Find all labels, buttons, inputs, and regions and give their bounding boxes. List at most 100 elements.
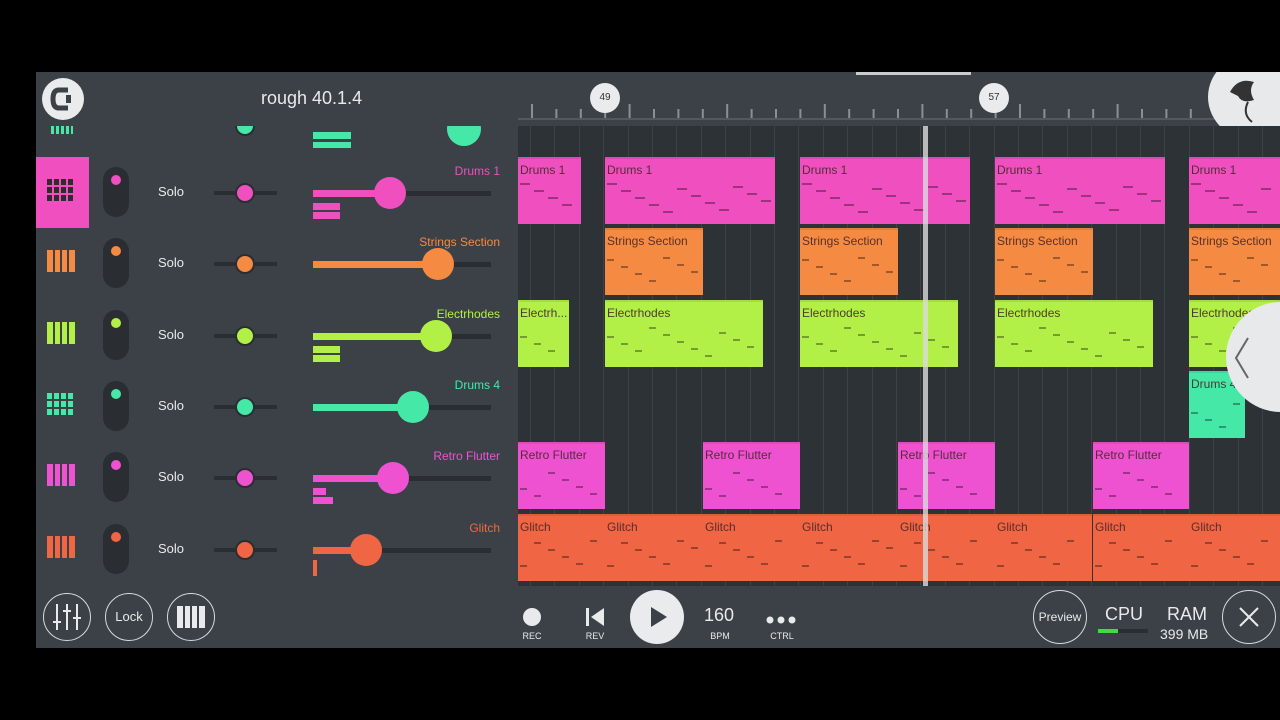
pattern-clip[interactable]: Retro Flutter — [518, 442, 605, 509]
pan-knob[interactable] — [235, 397, 255, 417]
channel-name: Glitch — [469, 521, 500, 535]
channel-row-partial — [36, 126, 518, 157]
pattern-clip[interactable]: Drums 1 — [605, 157, 775, 224]
pattern-clip[interactable]: Electrhodes — [995, 300, 1153, 367]
mixer-button[interactable] — [43, 593, 91, 641]
note-dash — [705, 488, 712, 490]
pattern-clip[interactable]: Strings Section — [1189, 228, 1280, 295]
clip-notes — [607, 183, 773, 216]
volume-fill — [313, 261, 438, 268]
note-dash — [719, 332, 726, 334]
clip-notes — [900, 468, 993, 501]
mini-meter — [313, 497, 333, 504]
solo-button[interactable]: Solo — [158, 541, 184, 556]
playhead[interactable] — [923, 126, 928, 586]
volume-knob[interactable] — [447, 126, 481, 146]
tempo-value[interactable]: 160 — [704, 605, 734, 626]
note-dash — [719, 542, 726, 544]
note-dash — [844, 204, 854, 206]
pattern-clip[interactable]: Glitch — [703, 514, 800, 581]
note-dash — [520, 336, 527, 338]
pattern-clip[interactable]: Strings Section — [800, 228, 898, 295]
channel-icon-button[interactable] — [36, 442, 89, 513]
mute-switch[interactable] — [103, 167, 129, 217]
mute-switch[interactable] — [103, 452, 129, 502]
note-dash — [1247, 257, 1254, 259]
pan-knob[interactable] — [235, 254, 255, 274]
note-dash — [534, 495, 541, 497]
playlist-area[interactable]: Drums 1 Drums 1 Drums 1 Drums 1 Drums 1 Strin… — [518, 126, 1280, 586]
note-dash — [900, 355, 907, 357]
pan-knob[interactable] — [235, 468, 255, 488]
solo-button[interactable]: Solo — [158, 398, 184, 413]
pan-knob[interactable] — [235, 183, 255, 203]
mute-switch[interactable] — [103, 238, 129, 288]
volume-knob[interactable] — [377, 462, 409, 494]
pattern-clip[interactable]: Drums 1 — [800, 157, 970, 224]
pattern-clip[interactable]: Electrhodes — [605, 300, 763, 367]
clip-notes — [997, 254, 1091, 287]
pattern-clip[interactable]: Strings Section — [605, 228, 703, 295]
volume-knob[interactable] — [422, 248, 454, 280]
bar-marker-49[interactable]: 49 — [590, 83, 620, 113]
channel-icon-button[interactable] — [36, 514, 89, 585]
pattern-clip[interactable]: Glitch — [1093, 514, 1189, 581]
volume-knob[interactable] — [350, 534, 382, 566]
more-options-button[interactable] — [765, 612, 799, 630]
pattern-clip[interactable]: Glitch — [518, 514, 605, 581]
pattern-clip[interactable]: Drums 1 — [995, 157, 1165, 224]
solo-button[interactable]: Solo — [158, 469, 184, 484]
piano-roll-button[interactable] — [167, 593, 215, 641]
pattern-clip[interactable]: Drums 1 — [1189, 157, 1280, 224]
pan-knob[interactable] — [235, 126, 255, 136]
pattern-clip[interactable]: Electrhodes — [800, 300, 958, 367]
pattern-clip[interactable]: Glitch — [800, 514, 898, 581]
channel-icon-button[interactable] — [36, 300, 89, 371]
pattern-clip[interactable]: Glitch — [605, 514, 703, 581]
side-panel-handle[interactable] — [1226, 302, 1280, 412]
preview-button[interactable]: Preview — [1033, 590, 1087, 644]
note-dash — [747, 346, 754, 348]
note-dash — [844, 327, 851, 329]
volume-knob[interactable] — [397, 391, 429, 423]
timeline-ruler[interactable]: 49 57 — [518, 72, 1280, 126]
volume-knob[interactable] — [374, 177, 406, 209]
pattern-clip[interactable]: Retro Flutter — [898, 442, 995, 509]
mute-switch[interactable] — [103, 310, 129, 360]
pattern-clip[interactable]: Retro Flutter — [703, 442, 800, 509]
lock-button[interactable]: Lock — [105, 593, 153, 641]
bar-marker-57[interactable]: 57 — [979, 83, 1009, 113]
note-dash — [761, 563, 768, 565]
rewind-button[interactable] — [584, 606, 606, 633]
close-button[interactable] — [1222, 590, 1276, 644]
solo-button[interactable]: Solo — [158, 255, 184, 270]
pattern-clip[interactable]: Drums 1 — [518, 157, 581, 224]
solo-button[interactable]: Solo — [158, 184, 184, 199]
note-dash — [548, 197, 558, 199]
pattern-clip[interactable]: Retro Flutter — [1093, 442, 1189, 509]
pan-knob[interactable] — [235, 326, 255, 346]
channel-icon-button[interactable] — [36, 157, 89, 228]
note-dash — [520, 565, 527, 567]
channel-name: Drums 4 — [454, 378, 500, 392]
channel-icon-button[interactable] — [36, 228, 89, 299]
pattern-clip[interactable]: Electrh... — [518, 300, 569, 367]
note-dash — [705, 565, 712, 567]
magnet-snap-button[interactable] — [42, 78, 84, 120]
note-dash — [886, 195, 896, 197]
pattern-clip[interactable]: Strings Section — [995, 228, 1093, 295]
pan-knob[interactable] — [235, 540, 255, 560]
mini-meter — [313, 132, 351, 139]
play-button[interactable] — [630, 590, 684, 644]
note-dash — [1053, 257, 1060, 259]
pattern-clip[interactable]: Glitch — [1189, 514, 1280, 581]
channel-icon-button[interactable] — [36, 371, 89, 442]
volume-knob[interactable] — [420, 320, 452, 352]
pattern-clip[interactable]: Glitch — [995, 514, 1092, 581]
solo-button[interactable]: Solo — [158, 327, 184, 342]
mute-switch[interactable] — [103, 524, 129, 574]
pattern-clip[interactable]: Glitch — [898, 514, 995, 581]
note-dash — [858, 334, 865, 336]
record-icon[interactable] — [523, 608, 541, 626]
mute-switch[interactable] — [103, 381, 129, 431]
